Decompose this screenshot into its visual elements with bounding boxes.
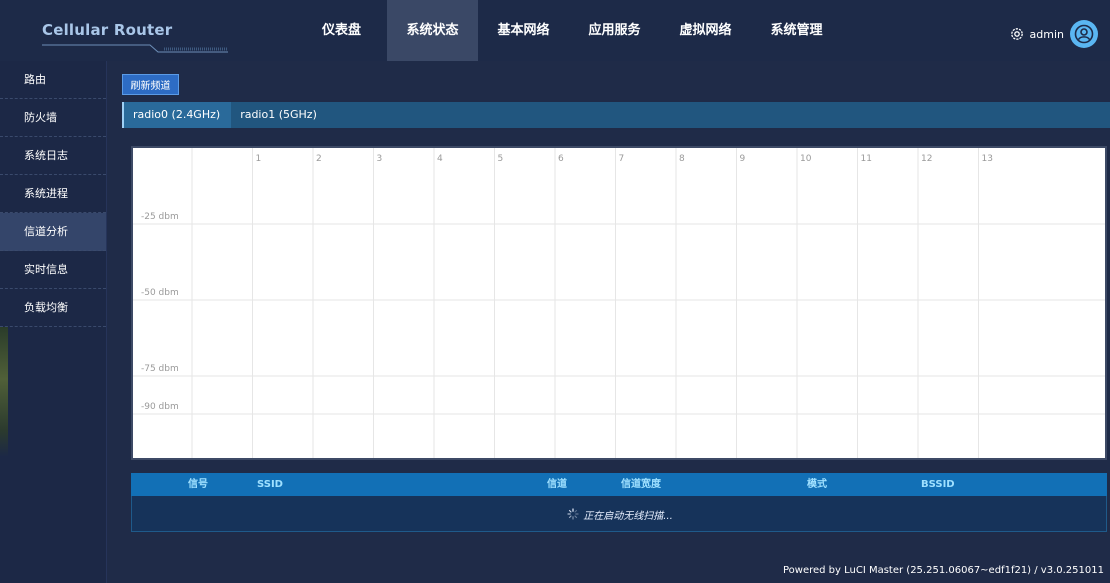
sidebar: 路由 防火墙 系统日志 系统进程 信道分析 实时信息 负载均衡 bbox=[0, 61, 107, 583]
nav-system-management[interactable]: 系统管理 bbox=[751, 0, 842, 61]
column-mode: 模式 bbox=[807, 479, 827, 490]
sidebar-item-channel-analysis[interactable]: 信道分析 bbox=[0, 213, 106, 251]
main-content: 刷新频道 radio0 (2.4GHz) radio1 (5GHz) 12345… bbox=[107, 61, 1110, 583]
column-bssid: BSSID bbox=[921, 479, 955, 490]
main-nav: 仪表盘 系统状态 基本网络 应用服务 虚拟网络 系统管理 bbox=[296, 0, 842, 61]
gear-icon[interactable] bbox=[1009, 26, 1025, 42]
sidebar-item-firewall[interactable]: 防火墙 bbox=[0, 99, 106, 137]
username-label[interactable]: admin bbox=[1030, 28, 1064, 41]
user-avatar-icon[interactable] bbox=[1070, 20, 1098, 48]
nav-virtual-network[interactable]: 虚拟网络 bbox=[660, 0, 751, 61]
x-tick-label: 11 bbox=[861, 154, 872, 164]
sidebar-item-processes[interactable]: 系统进程 bbox=[0, 175, 106, 213]
sidebar-item-system-log[interactable]: 系统日志 bbox=[0, 137, 106, 175]
tab-radio0[interactable]: radio0 (2.4GHz) bbox=[122, 102, 232, 128]
wifi-table-header: 信号 SSID 信道 信道宽度 模式 BSSID bbox=[131, 473, 1107, 496]
x-tick-label: 9 bbox=[740, 154, 746, 164]
user-area: admin bbox=[1009, 20, 1098, 48]
x-tick-label: 4 bbox=[437, 154, 443, 164]
x-tick-label: 2 bbox=[316, 154, 322, 164]
y-tick-label: -50 dbm bbox=[141, 288, 179, 298]
x-tick-label: 1 bbox=[256, 154, 262, 164]
radio-tabs: radio0 (2.4GHz) radio1 (5GHz) bbox=[122, 102, 1110, 128]
x-tick-label: 13 bbox=[982, 154, 993, 164]
sidebar-item-routing[interactable]: 路由 bbox=[0, 61, 106, 99]
brand-title: Cellular Router bbox=[42, 21, 173, 39]
top-navigation-bar: Cellular Router 仪表盘 系统状态 基本网络 应用服务 虚拟网络 … bbox=[0, 0, 1110, 61]
column-ssid: SSID bbox=[257, 479, 283, 490]
column-channel: 信道 bbox=[547, 479, 567, 490]
y-tick-label: -25 dbm bbox=[141, 212, 179, 222]
nav-system-status[interactable]: 系统状态 bbox=[387, 0, 478, 61]
channel-chart-svg: 1 2 3 4 5 6 7 8 9 10 11 12 13-25 dbm-50 dbm-75 dbm-9… bbox=[133, 148, 1105, 458]
wifi-table-body: 正在启动无线扫描... bbox=[131, 496, 1107, 532]
sidebar-item-realtime-info[interactable]: 实时信息 bbox=[0, 251, 106, 289]
nav-dashboard[interactable]: 仪表盘 bbox=[296, 0, 387, 61]
brand-underline-decoration bbox=[42, 44, 228, 53]
x-tick-label: 5 bbox=[498, 154, 504, 164]
nav-basic-network[interactable]: 基本网络 bbox=[478, 0, 569, 61]
x-tick-label: 7 bbox=[619, 154, 625, 164]
loading-spinner-icon bbox=[567, 508, 579, 520]
footer-powered-by: Powered by LuCI Master (25.251.06067~edf… bbox=[782, 565, 1104, 576]
sidebar-item-load-balancing[interactable]: 负载均衡 bbox=[0, 289, 106, 327]
refresh-channels-button[interactable]: 刷新频道 bbox=[122, 74, 179, 95]
x-tick-label: 12 bbox=[921, 154, 932, 164]
tab-radio1[interactable]: radio1 (5GHz) bbox=[231, 102, 328, 128]
background-image-strip bbox=[0, 327, 8, 457]
column-channel-width: 信道宽度 bbox=[621, 479, 661, 490]
y-tick-label: -90 dbm bbox=[141, 402, 179, 412]
channel-chart: 1 2 3 4 5 6 7 8 9 10 11 12 13 -25 dbm -50 dbm -75 dbm -9… bbox=[131, 146, 1107, 460]
x-tick-label: 3 bbox=[377, 154, 383, 164]
y-tick-label: -75 dbm bbox=[141, 364, 179, 374]
scan-status-row: 正在启动无线扫描... bbox=[132, 496, 1108, 532]
x-tick-label: 8 bbox=[679, 154, 685, 164]
x-tick-label: 6 bbox=[558, 154, 564, 164]
x-tick-label: 10 bbox=[800, 154, 812, 164]
column-signal: 信号 bbox=[188, 479, 208, 490]
scan-status-text: 正在启动无线扫描... bbox=[583, 510, 673, 522]
nav-app-services[interactable]: 应用服务 bbox=[569, 0, 660, 61]
